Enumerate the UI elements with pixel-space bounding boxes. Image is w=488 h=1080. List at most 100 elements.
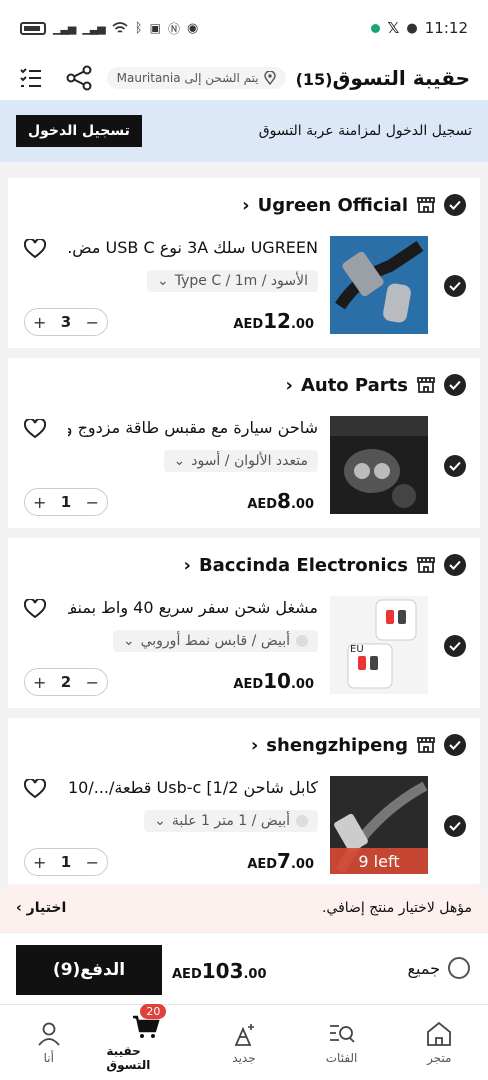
select-all-toggle[interactable]: جميع <box>408 957 470 979</box>
minus-button[interactable]: − <box>86 853 99 872</box>
store-check-icon[interactable] <box>444 734 466 756</box>
cart-store-card: Baccinda Electronics ‹ EU مشغل شحن سفر س… <box>8 538 480 708</box>
chevron-down-icon: ⌄ <box>154 813 166 829</box>
product-image[interactable] <box>330 236 428 334</box>
item-check-icon[interactable] <box>444 815 466 837</box>
plus-button[interactable]: + <box>33 313 46 332</box>
product-title[interactable]: كابل شاحن Usb-c [1/2 قطعة/.../10 <box>68 778 318 797</box>
variant-selector[interactable]: متعدد الألوان / أسود ⌄ <box>163 450 318 472</box>
cart-header: حقيبة التسوق(15) يتم الشحن إلى Mauritani… <box>0 56 488 100</box>
minus-button[interactable]: − <box>86 493 99 512</box>
product-image[interactable]: EU <box>330 596 428 694</box>
product-image[interactable] <box>330 416 428 514</box>
chevron-left-icon[interactable]: ‹ <box>251 735 258 756</box>
status-right: 𝕏 ● 11:12 <box>371 19 468 37</box>
product-title[interactable]: مشغل شحن سفر سريع 40 واط بمنف... <box>68 598 318 617</box>
wishlist-heart-icon[interactable] <box>23 777 47 803</box>
variant-selector[interactable]: أبيض / 1 متر 1 علبة ⌄ <box>144 810 318 832</box>
variant-text: متعدد الألوان / أسود <box>191 453 308 469</box>
store-name[interactable]: Auto Parts <box>301 375 408 396</box>
nav-categories-label: الفئات <box>325 1050 358 1065</box>
product-title[interactable]: UGREEN سلك 3A نوع USB C مض... <box>68 238 318 257</box>
store-header[interactable]: shengzhipeng ‹ <box>251 734 466 756</box>
variant-selector[interactable]: أبيض / قابس نمط أوروبي ⌄ <box>112 630 318 652</box>
product-title[interactable]: شاحن سيارة مع مقبس طاقة مزدوج و... <box>68 418 318 437</box>
promo-select-link[interactable]: ‹ اختيار <box>16 900 66 916</box>
nav-categories[interactable]: الفئات <box>302 1021 382 1065</box>
login-button[interactable]: تسجيل الدخول <box>16 115 142 147</box>
cart-store-card: Ugreen Official ‹ UGREEN سلك 3A نوع USB … <box>8 178 480 348</box>
item-price: AED8.00 <box>247 489 314 513</box>
chat-icon: ● <box>406 20 418 36</box>
color-swatch <box>296 635 308 647</box>
page-title: حقيبة التسوق(15) <box>295 66 470 90</box>
chevron-left-icon[interactable]: ‹ <box>242 195 249 216</box>
share-icon[interactable] <box>66 65 92 91</box>
nav-store[interactable]: متجر <box>399 1021 479 1065</box>
item-price: AED12.00 <box>233 309 314 333</box>
active-dot-icon <box>371 23 381 33</box>
store-check-icon[interactable] <box>444 554 466 576</box>
person-icon <box>38 1022 60 1046</box>
product-image[interactable]: 9 left <box>330 776 428 874</box>
chevron-left-icon[interactable]: ‹ <box>286 375 293 396</box>
nav-me[interactable]: أنا <box>9 1021 89 1065</box>
variant-text: أبيض / 1 متر 1 علبة <box>171 813 290 829</box>
wishlist-heart-icon[interactable] <box>23 417 47 443</box>
battery-icon <box>20 21 46 35</box>
search-categories-icon <box>329 1024 355 1043</box>
nav-store-label: متجر <box>426 1050 452 1065</box>
store-icon <box>417 197 435 213</box>
status-bar: ▁▃▅ ▁▃▅ ᛒ ▣ Ⓝ ◉ 𝕏 ● 11:12 <box>0 0 488 56</box>
item-check-icon[interactable] <box>444 635 466 657</box>
store-name[interactable]: shengzhipeng <box>266 735 408 756</box>
nav-bag-label: حقيبة التسوق <box>106 1043 151 1072</box>
quantity-value: 3 <box>60 313 72 331</box>
store-header[interactable]: Baccinda Electronics ‹ <box>184 554 466 576</box>
plus-button[interactable]: + <box>33 673 46 692</box>
ship-to-selector[interactable]: يتم الشحن إلى Mauritania <box>106 67 286 89</box>
eye-icon: ◉ <box>186 20 199 36</box>
login-banner: تسجيل الدخول تسجيل الدخول لمزامنة عربة ا… <box>0 100 488 162</box>
chevron-down-icon: ⌄ <box>122 633 135 649</box>
store-name[interactable]: Ugreen Official <box>258 195 408 216</box>
store-name[interactable]: Baccinda Electronics <box>199 555 408 576</box>
quantity-stepper: + 2 − <box>24 668 108 696</box>
quantity-value: 2 <box>60 673 72 691</box>
new-sparkle-icon <box>234 1023 254 1046</box>
variant-selector[interactable]: الأسود / Type C / 1m ⌄ <box>147 270 318 292</box>
x-app-icon: 𝕏 <box>387 19 400 37</box>
wifi-icon <box>112 22 128 33</box>
ship-to-text: يتم الشحن إلى Mauritania <box>116 71 259 85</box>
item-check-icon[interactable] <box>444 275 466 297</box>
plus-button[interactable]: + <box>33 493 46 512</box>
wishlist-heart-icon[interactable] <box>23 597 47 623</box>
signal-icon: ▁▃▅ <box>53 21 76 35</box>
select-all-radio[interactable] <box>448 957 470 979</box>
store-header[interactable]: Ugreen Official ‹ <box>242 194 466 216</box>
bluetooth-icon: ᛒ <box>134 20 143 36</box>
thumb-eu-label: EU <box>350 644 364 655</box>
chevron-left-icon: ‹ <box>16 900 27 916</box>
store-icon <box>417 377 435 393</box>
wishlist-heart-icon[interactable] <box>23 237 47 263</box>
chevron-left-icon[interactable]: ‹ <box>184 555 191 576</box>
plus-button[interactable]: + <box>33 853 46 872</box>
cart-count-badge: 20 <box>140 1003 167 1019</box>
nav-bag[interactable]: 20 حقيبة التسوق <box>106 1003 186 1072</box>
item-check-icon[interactable] <box>444 455 466 477</box>
minus-button[interactable]: − <box>86 673 99 692</box>
store-icon <box>417 557 435 573</box>
bottom-nav: أنا 20 حقيبة التسوق جديد الفئات متجر <box>0 1003 488 1080</box>
promo-text: مؤهل لاختيار منتج إضافي. <box>321 900 472 916</box>
promo-bar[interactable]: ‹ اختيار مؤهل لاختيار منتج إضافي. <box>0 884 488 932</box>
notification-icon: ▣ <box>149 21 161 35</box>
store-check-icon[interactable] <box>444 194 466 216</box>
nav-new[interactable]: جديد <box>204 1021 284 1065</box>
checkout-button[interactable]: الدفع(9) <box>16 945 162 995</box>
store-header[interactable]: Auto Parts ‹ <box>286 374 466 396</box>
item-price: AED10.00 <box>233 669 314 693</box>
store-check-icon[interactable] <box>444 374 466 396</box>
list-edit-icon[interactable] <box>18 65 44 91</box>
minus-button[interactable]: − <box>86 313 99 332</box>
